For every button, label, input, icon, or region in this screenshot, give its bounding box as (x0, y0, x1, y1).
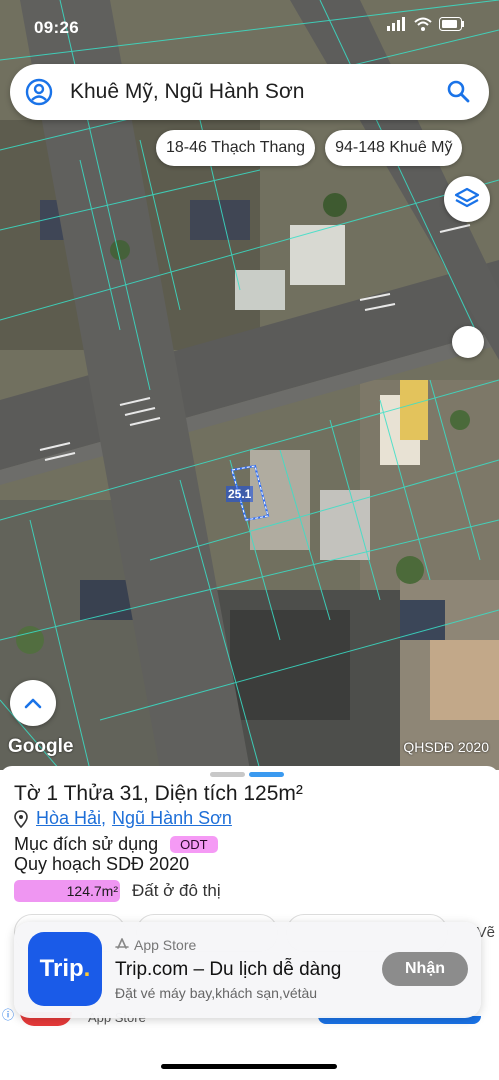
trip-icon-text: Trip (39, 955, 84, 982)
ad-app-description: Đặt vé máy bay,khách sạn,vétàu (115, 985, 318, 1001)
google-attribution: Google (8, 736, 74, 757)
search-bar[interactable]: Khuê Mỹ, Ngũ Hành Sơn (10, 64, 489, 120)
app-store-ad-banner[interactable]: Trip. App Store Trip.com – Du lịch dễ dà… (14, 922, 481, 1018)
sheet-handle[interactable] (210, 772, 284, 777)
chip-address-1[interactable]: 18-46 Thạch Thang (156, 130, 316, 166)
status-bar: 09:26 (0, 0, 499, 52)
parcel-number-label: 25.1 (226, 486, 254, 502)
purpose-label: Mục đích sử dụng (14, 834, 159, 854)
status-icons (387, 17, 465, 31)
layers-button[interactable] (444, 176, 490, 222)
profile-icon[interactable] (24, 77, 54, 107)
sheet-handle-gray (210, 772, 245, 777)
purpose-code-badge: ODT (170, 836, 218, 853)
parcel-title: Tờ 1 Thửa 31, Diện tích 125m² (14, 782, 303, 805)
trip-app-icon[interactable]: Trip. (28, 932, 102, 1006)
expand-button[interactable] (10, 680, 56, 726)
search-icon[interactable] (445, 78, 473, 106)
battery-icon (439, 17, 464, 31)
chip-address-2[interactable]: 94-148 Khuê Mỹ (325, 130, 463, 166)
ad-get-button[interactable]: Nhận (382, 952, 468, 986)
map-side-handle[interactable] (452, 326, 484, 358)
trip-icon-dot: . (83, 955, 91, 982)
planning-area-row: 124.7m² Đất ở đô thị (14, 880, 221, 902)
ward-link[interactable]: Hòa Hải (36, 808, 101, 829)
ad-info-icon[interactable]: ⓘ (2, 1006, 14, 1023)
district-link[interactable]: Ngũ Hành Sơn (112, 808, 232, 829)
app-store-icon (115, 938, 129, 949)
chevron-up-icon (24, 698, 42, 709)
parcel-location: Hòa Hải , Ngũ Hành Sơn (14, 808, 232, 829)
planning-area-description: Đất ở đô thị (132, 881, 221, 900)
ad-app-name: Trip.com – Du lịch dễ dàng (115, 959, 342, 980)
ad-store-source: App Store (115, 937, 196, 953)
planning-title: Quy hoạch SDĐ 2020 (14, 854, 190, 874)
status-time: 09:26 (34, 18, 79, 37)
location-separator: , (101, 808, 107, 828)
search-query[interactable]: Khuê Mỹ, Ngũ Hành Sơn (70, 80, 445, 104)
planning-area-bar: 124.7m² (14, 880, 120, 902)
home-indicator[interactable] (161, 1064, 337, 1069)
sheet-handle-blue (249, 772, 284, 777)
layers-icon (454, 187, 480, 208)
land-use-purpose: Mục đích sử dụng ODT (14, 834, 218, 855)
wifi-icon (414, 17, 432, 31)
signal-icon (387, 17, 405, 31)
overlay-layer-label: QHSDĐ 2020 (403, 739, 489, 755)
location-pin-icon (14, 809, 28, 828)
ad-store-label: App Store (134, 937, 197, 953)
suggestion-chips: 18-46 Thạch Thang 94-148 Khuê Mỹ (156, 130, 463, 166)
map-view[interactable]: 25.1 09:26 Khuê Mỹ, Ngũ Hành Sơn 18-46 T… (0, 0, 499, 770)
